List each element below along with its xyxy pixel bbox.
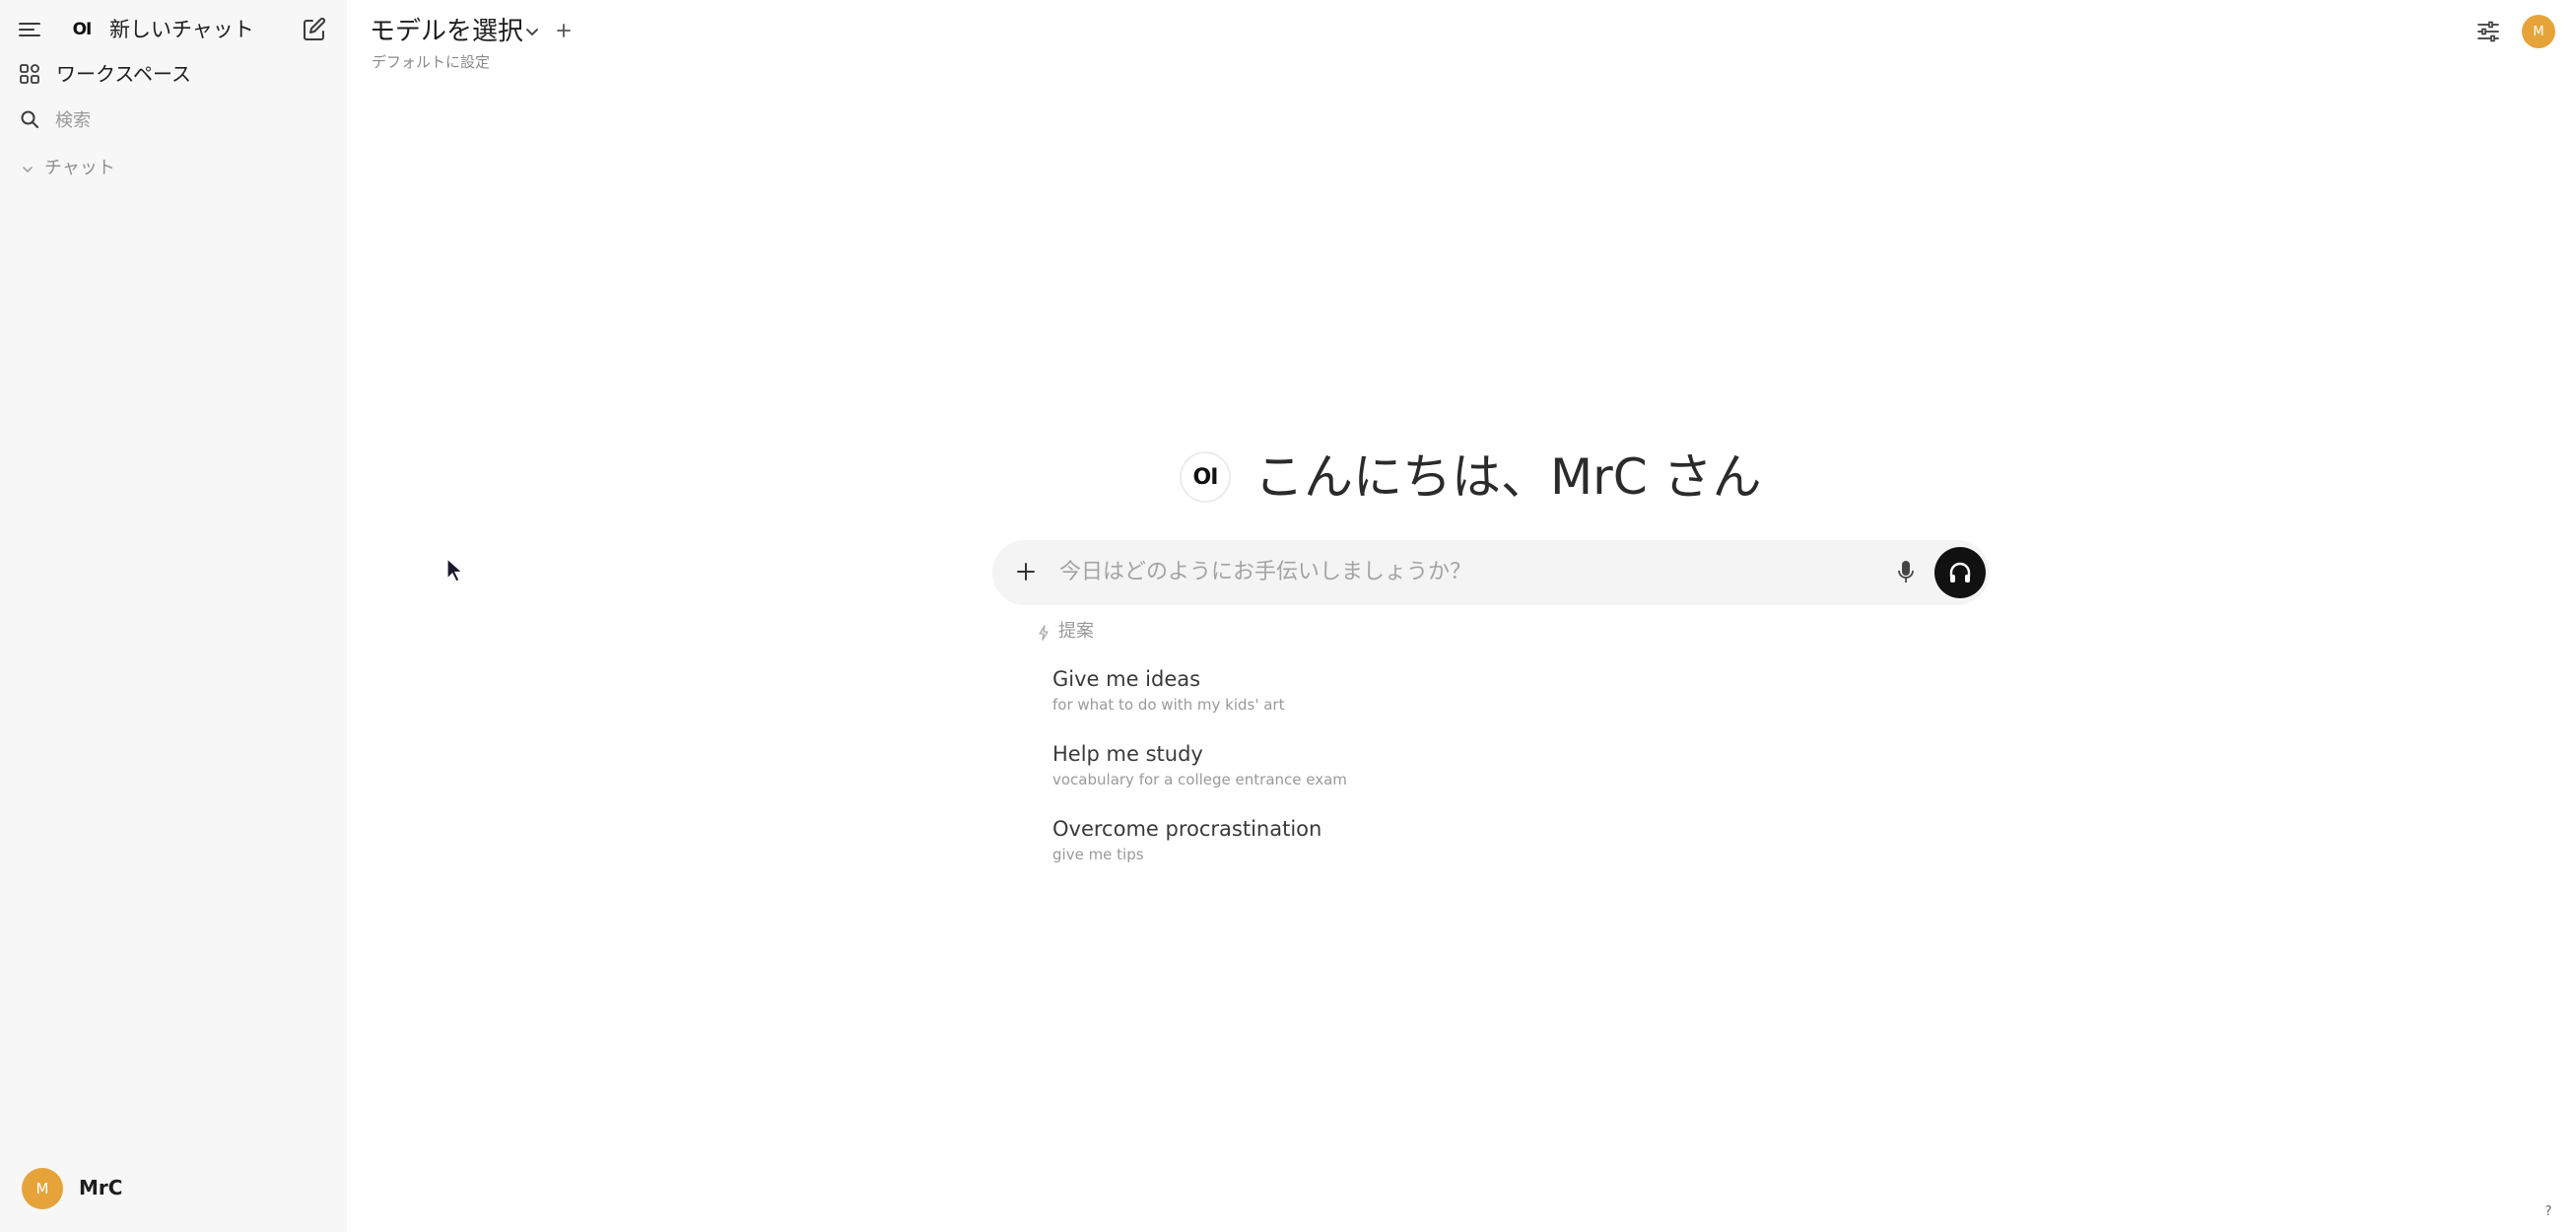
voice-mode-button[interactable] xyxy=(1934,547,1986,598)
suggestion-item[interactable]: Give me ideas for what to do with my kid… xyxy=(1052,665,1447,716)
suggestion-item[interactable]: Help me study vocabulary for a college e… xyxy=(1052,740,1447,790)
logo-icon[interactable]: OI xyxy=(70,18,94,41)
suggestion-title: Overcome procrastination xyxy=(1052,817,1322,841)
suggestion-title: Help me study xyxy=(1052,742,1203,766)
plus-icon[interactable] xyxy=(1012,558,1040,585)
user-avatar[interactable]: M xyxy=(22,1168,63,1209)
chats-section-toggle[interactable]: チャット xyxy=(44,156,115,181)
header-avatar[interactable]: M xyxy=(2522,15,2555,48)
search-icon xyxy=(19,108,40,130)
set-default-link[interactable]: デフォルトに設定 xyxy=(372,52,490,72)
chevron-down-icon[interactable] xyxy=(522,22,542,41)
plus-icon[interactable] xyxy=(553,20,575,41)
chat-input[interactable] xyxy=(1059,555,1877,588)
edit-icon[interactable] xyxy=(301,16,328,43)
suggestion-subtitle: vocabulary for a college entrance exam xyxy=(1052,771,1347,788)
workspace-link[interactable]: ワークスペース xyxy=(56,60,191,88)
cursor-icon xyxy=(446,557,464,583)
mic-icon[interactable] xyxy=(1893,559,1919,586)
workspace-icon xyxy=(18,62,41,86)
model-logo-icon: OI xyxy=(1180,451,1231,503)
menu-icon[interactable] xyxy=(17,19,42,40)
model-selector[interactable]: モデルを選択 xyxy=(370,14,523,49)
sidebar: OI 新しいチャット ワークスペース チャット M MrC xyxy=(0,0,347,1232)
new-chat-link[interactable]: 新しいチャット xyxy=(109,15,254,44)
search-input[interactable] xyxy=(55,106,311,134)
suggestion-item[interactable]: Overcome procrastination give me tips xyxy=(1052,815,1447,865)
greeting-title: こんにちは、MrC さん xyxy=(1254,448,1762,506)
suggestions-label: 提案 xyxy=(1058,621,1094,642)
headphones-icon xyxy=(1949,562,1971,582)
chevron-down-icon[interactable] xyxy=(20,162,35,177)
suggestion-subtitle: for what to do with my kids' art xyxy=(1052,696,1285,714)
suggestion-subtitle: give me tips xyxy=(1052,846,1144,863)
help-button[interactable]: ? xyxy=(2538,1200,2559,1222)
user-name[interactable]: MrC xyxy=(79,1174,122,1201)
suggestion-title: Give me ideas xyxy=(1052,667,1201,691)
settings-sliders-icon[interactable] xyxy=(2475,19,2501,44)
sparkle-icon xyxy=(1036,624,1051,642)
